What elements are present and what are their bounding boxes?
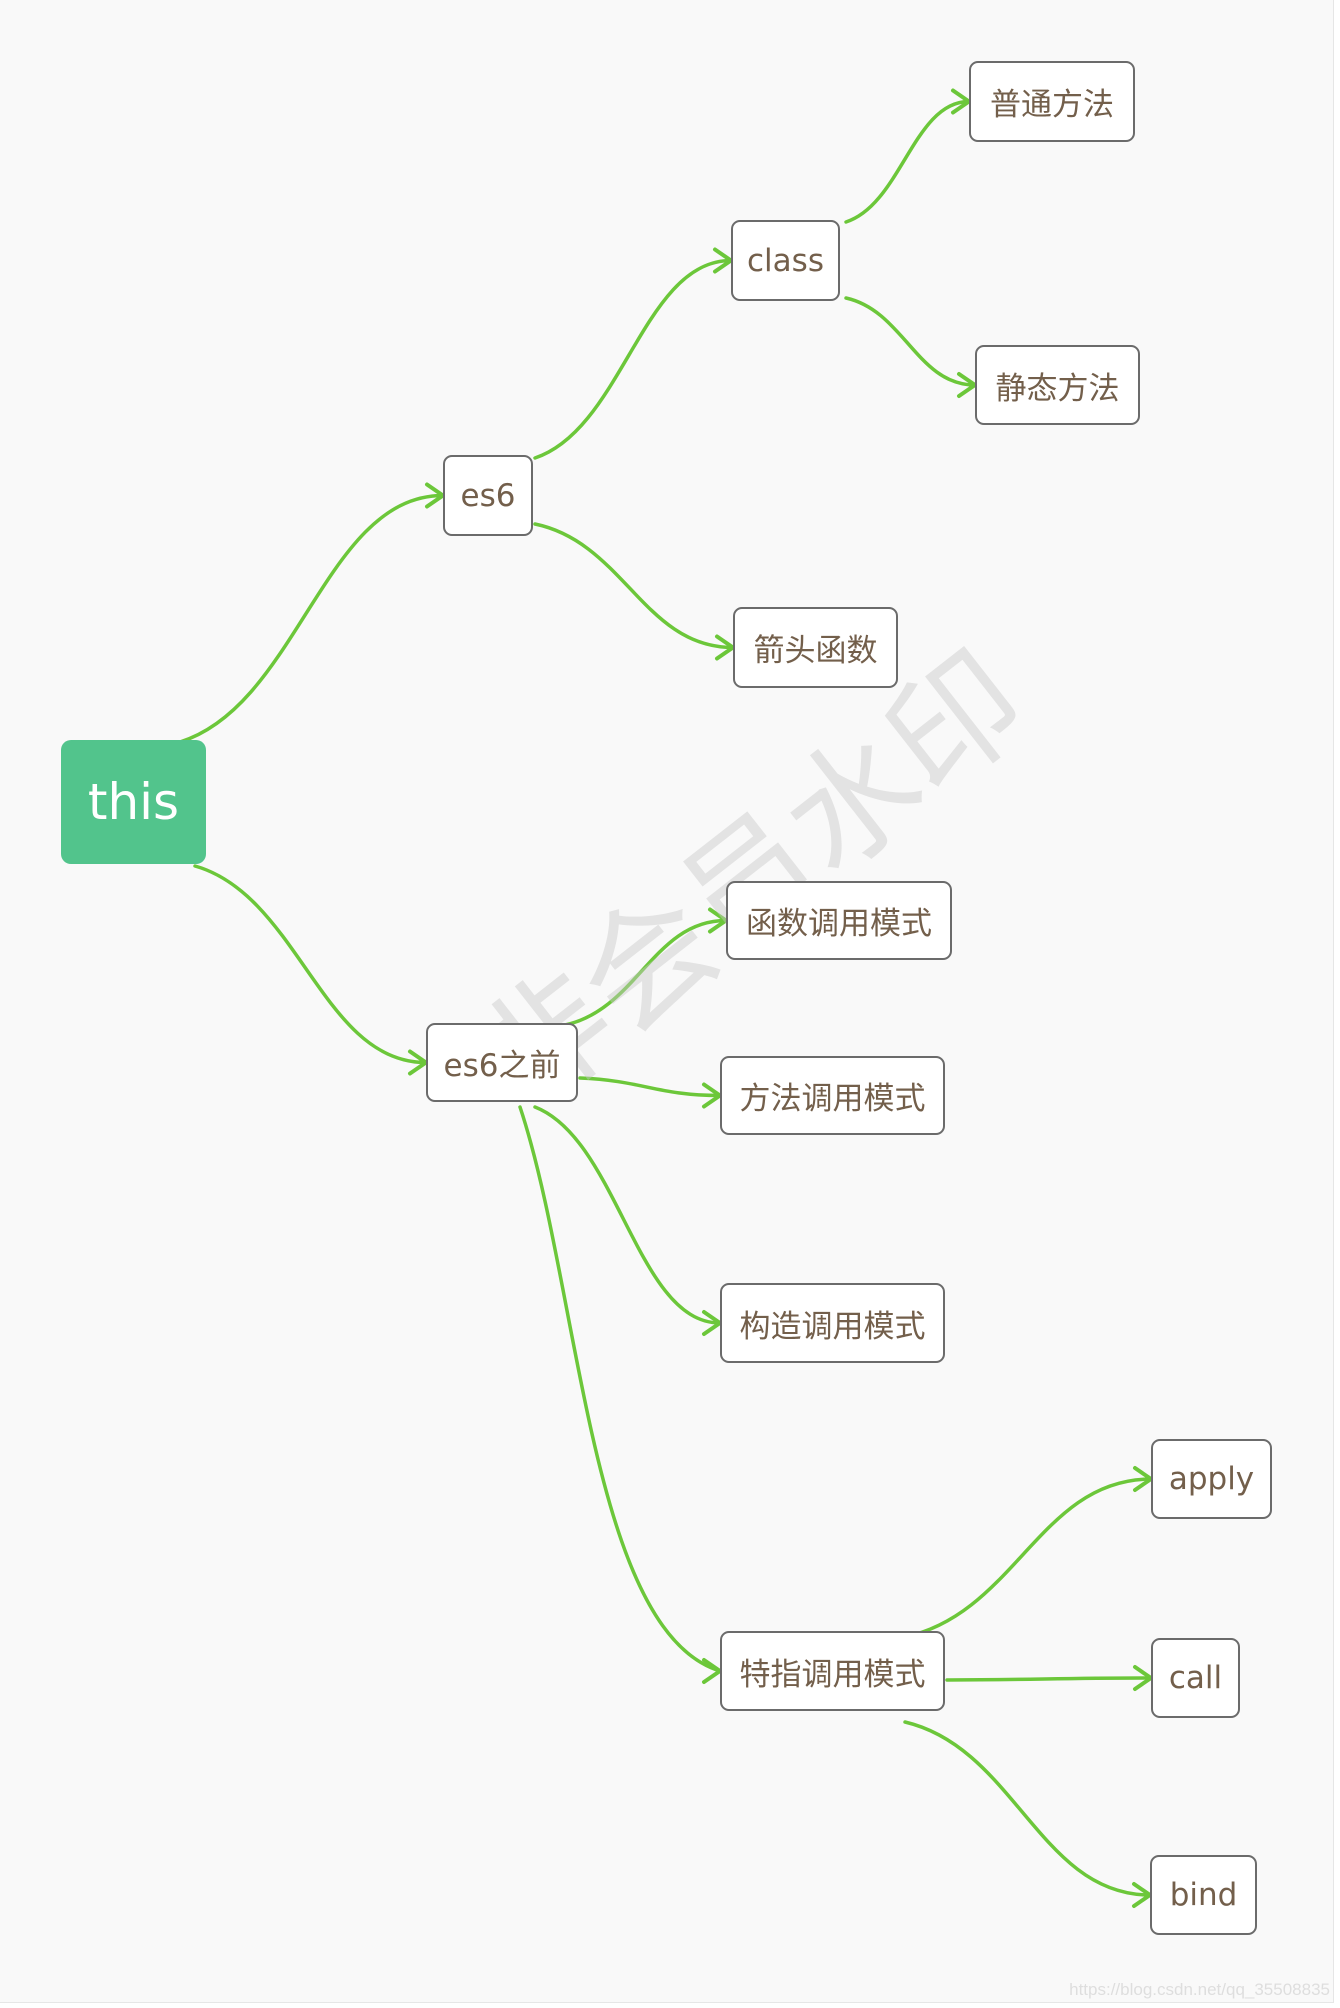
edge-explicit-call-to-apply (903, 1477, 1153, 1639)
edge-class-to-normal-method (844, 99, 971, 224)
node-label: call (1168, 1660, 1223, 1696)
edge-explicit-call-to-bind (903, 1720, 1152, 1897)
node-label: 箭头函数 (753, 633, 878, 669)
node-label: bind (1169, 1877, 1238, 1913)
node-label: 函数调用模式 (746, 906, 932, 942)
node-constructor-call-mode[interactable]: 构造调用模式 (720, 1283, 945, 1363)
node-label: es6之前 (443, 1048, 561, 1084)
node-call[interactable]: call (1151, 1638, 1240, 1718)
edge-class-to-static-method (844, 296, 977, 387)
node-label: 构造调用模式 (739, 1308, 926, 1345)
node-label: this (87, 773, 180, 831)
node-function-call-mode[interactable]: 函数调用模式 (726, 881, 952, 960)
edge-explicit-call-to-call (945, 1676, 1153, 1682)
edges-layer (178, 88, 1153, 1908)
node-arrow-function[interactable]: 箭头函数 (733, 607, 898, 688)
node-label: 普通方法 (990, 87, 1114, 123)
node-label: class (747, 242, 824, 279)
node-normal-method[interactable]: 普通方法 (969, 61, 1135, 142)
node-static-method[interactable]: 静态方法 (975, 345, 1140, 425)
node-label: 静态方法 (995, 370, 1120, 407)
node-this-root[interactable]: this (61, 740, 206, 864)
node-explicit-call-mode[interactable]: 特指调用模式 (720, 1631, 945, 1711)
node-label: apply (1168, 1461, 1255, 1497)
node-label: 方法调用模式 (739, 1081, 926, 1117)
edge-before-es6-to-method-call (578, 1076, 722, 1098)
edge-es6-to-arrow-function (533, 522, 735, 650)
node-es6[interactable]: es6 (443, 455, 533, 536)
edge-before-es6-to-function-call (563, 918, 728, 1027)
node-before-es6[interactable]: es6之前 (426, 1023, 578, 1102)
node-label: 特指调用模式 (739, 1656, 926, 1693)
node-method-call-mode[interactable]: 方法调用模式 (720, 1056, 945, 1135)
edge-es6-to-class (533, 258, 733, 460)
source-url-watermark: https://blog.csdn.net/qq_35508835 (1069, 1980, 1330, 1999)
edge-this-to-es6 (178, 493, 445, 744)
edge-before-es6-to-explicit-call (518, 1105, 722, 1673)
edge-this-to-before-es6 (193, 864, 428, 1065)
node-apply[interactable]: apply (1151, 1439, 1272, 1519)
node-class[interactable]: class (731, 220, 840, 301)
arrowhead-icon (702, 1658, 722, 1684)
node-bind[interactable]: bind (1150, 1855, 1257, 1935)
node-label: es6 (460, 477, 516, 514)
